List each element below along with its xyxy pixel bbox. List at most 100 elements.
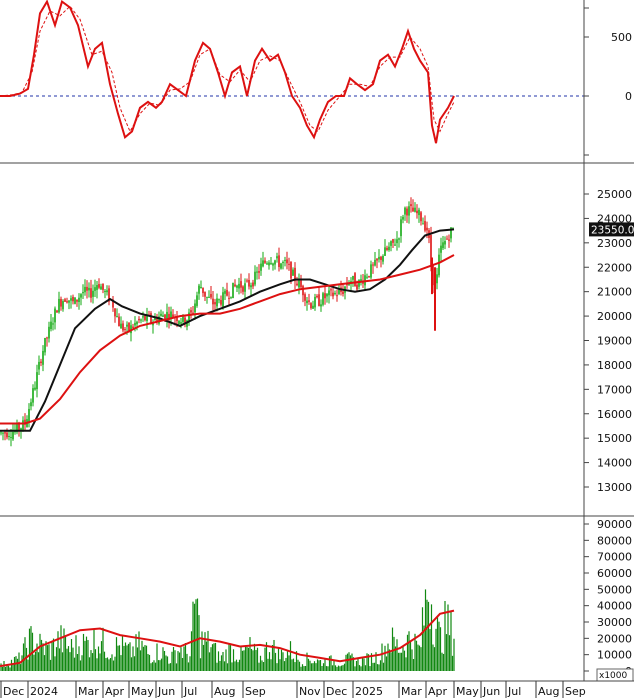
- x-tick-label: May: [131, 685, 154, 698]
- candle-body: [42, 350, 44, 365]
- volume-bar: [303, 666, 305, 671]
- candle-body: [384, 247, 386, 256]
- volume-bar: [406, 634, 409, 671]
- candle-body: [70, 298, 72, 301]
- candle-body: [208, 296, 210, 298]
- volume-bar: [198, 615, 200, 671]
- candle-body: [376, 258, 378, 261]
- candle-body: [90, 288, 92, 298]
- volume-bar: [115, 637, 118, 671]
- candle-body: [214, 302, 216, 305]
- x-tick-label: May: [456, 685, 479, 698]
- candle-body: [312, 305, 314, 309]
- y-tick-label: 50000: [597, 583, 632, 596]
- volume-bar: [151, 662, 154, 671]
- candle-body: [232, 282, 234, 299]
- volume-bar: [397, 652, 400, 671]
- candle-body: [390, 241, 392, 246]
- volume-bar: [361, 657, 364, 671]
- volume-bar: [106, 657, 109, 671]
- candle-body: [200, 286, 202, 289]
- volume-bar: [294, 662, 296, 671]
- volume-bar: [4, 666, 7, 671]
- volume-bar: [223, 661, 226, 671]
- candle-body: [396, 239, 398, 244]
- volume-bar: [16, 658, 19, 671]
- volume-bar: [193, 603, 196, 671]
- volume-bar: [396, 639, 398, 671]
- volume-bar: [81, 655, 83, 671]
- volume-bar: [184, 642, 187, 671]
- candle-body: [366, 276, 368, 278]
- x-tick-label: Dec: [3, 685, 24, 698]
- y-tick-label: 90000: [597, 518, 632, 531]
- volume-bar: [435, 628, 437, 671]
- candle-body: [204, 291, 206, 297]
- candle-body: [234, 284, 236, 287]
- volume-bar: [135, 634, 137, 671]
- volume-bar: [69, 652, 71, 671]
- candle-body: [80, 294, 82, 298]
- candle-body: [306, 300, 308, 304]
- candle-body: [296, 283, 298, 286]
- candle-body: [68, 300, 70, 303]
- volume-bar: [142, 646, 145, 671]
- volume-bar: [385, 656, 388, 671]
- volume-bar: [166, 656, 169, 671]
- candle-body: [398, 238, 400, 240]
- volume-bar: [148, 654, 151, 671]
- candle-body: [202, 287, 204, 294]
- candle-body: [236, 285, 238, 288]
- volume-bar: [336, 666, 338, 671]
- volume-bar: [330, 655, 332, 671]
- candle-body: [142, 316, 144, 318]
- y-tick-label: 0: [625, 90, 632, 103]
- volume-bar: [453, 638, 455, 671]
- volume-bar: [87, 640, 89, 671]
- volume-bar: [262, 662, 265, 671]
- volume-bar: [124, 642, 127, 671]
- volume-bar: [199, 658, 202, 671]
- candle-body: [290, 261, 292, 279]
- volume-bar: [360, 666, 362, 671]
- volume-bar: [451, 655, 454, 671]
- volume-bar: [37, 652, 40, 671]
- candle-body: [116, 316, 118, 318]
- candle-body: [106, 290, 108, 293]
- volume-bar: [415, 640, 418, 671]
- volume-bar: [219, 660, 221, 671]
- volume-bar: [441, 652, 443, 671]
- candle-body: [150, 313, 152, 323]
- volume-bar: [343, 663, 346, 671]
- volume-bar: [28, 628, 31, 671]
- y-tick-label: 60000: [597, 567, 632, 580]
- x-tick-label: Sep: [245, 685, 266, 698]
- candle-body: [240, 281, 242, 288]
- volume-bar: [261, 660, 263, 671]
- candle-body: [120, 323, 122, 329]
- volume-bar: [334, 665, 337, 671]
- volume-bar: [252, 650, 254, 671]
- volume-bar: [39, 633, 41, 671]
- volume-bar: [264, 647, 266, 671]
- candle-body: [100, 286, 102, 290]
- volume-bar: [190, 631, 193, 671]
- volume-bar: [387, 643, 389, 671]
- volume-bar: [382, 662, 385, 671]
- candle-body: [272, 263, 274, 266]
- candle-body: [198, 285, 200, 294]
- candle-body: [260, 263, 262, 271]
- candle-body: [416, 210, 418, 214]
- volume-bar: [432, 644, 434, 671]
- x-tick-label: Mar: [401, 685, 422, 698]
- volume-bar: [228, 644, 230, 671]
- candle-body: [426, 227, 428, 231]
- volume-bar: [172, 646, 175, 671]
- candle-body: [78, 297, 80, 303]
- x-tick-label: Jun: [157, 685, 175, 698]
- candle-body: [38, 361, 40, 370]
- candle-body: [230, 296, 232, 298]
- candle-body: [382, 255, 384, 262]
- x-tick-label: Apr: [105, 685, 125, 698]
- volume-bar: [195, 599, 197, 671]
